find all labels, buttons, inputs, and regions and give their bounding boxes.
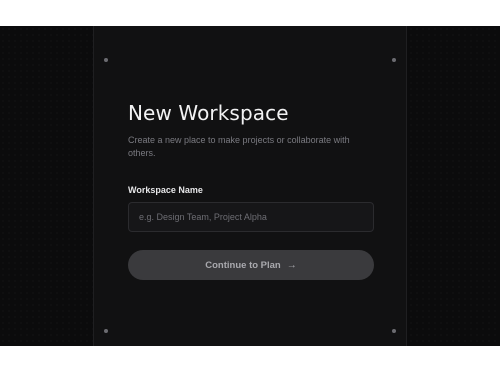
workspace-name-label: Workspace Name	[128, 185, 203, 195]
corner-dot-icon	[392, 329, 396, 333]
arrow-right-icon: →	[286, 259, 297, 271]
workspace-panel: New Workspace Create a new place to make…	[93, 26, 407, 346]
page-title: New Workspace	[128, 101, 289, 125]
page-subtitle: Create a new place to make projects or c…	[128, 135, 350, 158]
corner-dot-icon	[104, 58, 108, 62]
app-viewport: New Workspace Create a new place to make…	[0, 26, 500, 346]
continue-to-plan-button[interactable]: Continue to Plan →	[128, 250, 374, 280]
workspace-name-input[interactable]	[128, 202, 374, 232]
corner-dot-icon	[392, 58, 396, 62]
new-workspace-form: New Workspace Create a new place to make…	[128, 100, 374, 280]
corner-dot-icon	[104, 329, 108, 333]
continue-button-label: Continue to Plan	[205, 259, 281, 271]
